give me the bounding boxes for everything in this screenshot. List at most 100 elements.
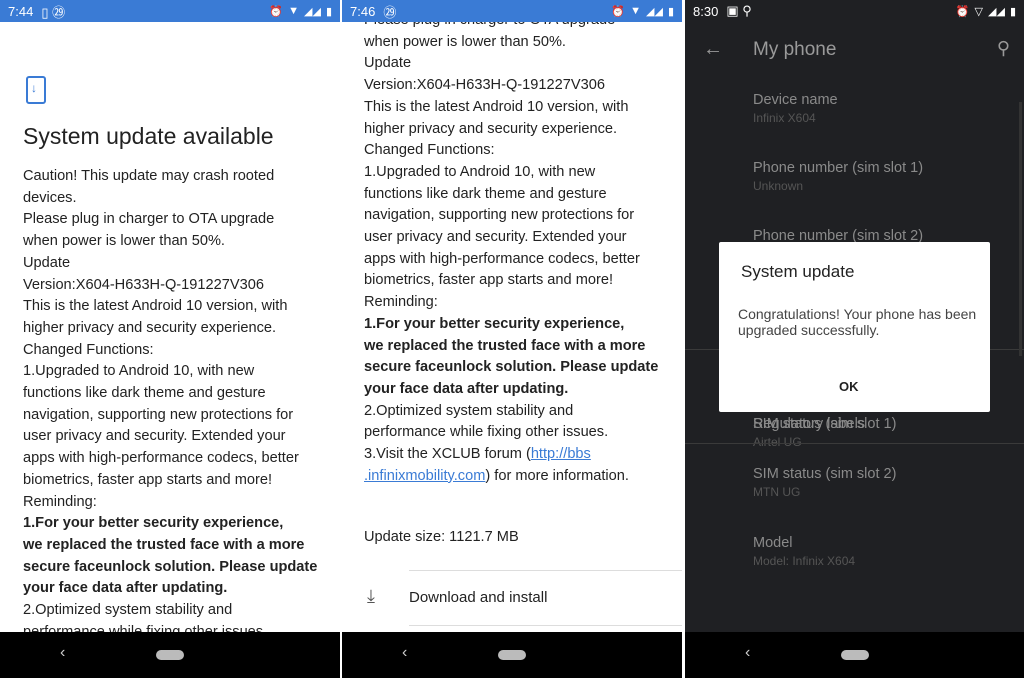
description-line: higher privacy and security experience. [364,120,618,137]
wifi-icon: ▽ [974,5,984,18]
alarm-icon: ⏰ [269,5,284,18]
back-icon[interactable]: ‹ [402,644,407,662]
download-label: Download and install [409,589,548,606]
dialog-title: System update [741,262,855,281]
status-bar: 7:44 ▯ ㉙ ⏰ ▼ ◢◢ ▮ [0,0,340,22]
ok-button[interactable]: OK [839,379,859,394]
description-line: secure faceunlock solution. Please updat… [23,558,318,575]
forum-suffix: ) for more information. [485,467,629,484]
status-time: 7:46 [350,3,376,19]
description-line: performance while fixing other issues. [364,424,609,441]
notification-icon: ▯ ㉙ [41,4,66,20]
download-icon: ⤓ [367,586,375,606]
back-icon[interactable]: ‹ [60,644,65,662]
description-line: Reminding: [23,493,97,510]
description-line: secure faceunlock solution. Please updat… [364,359,659,376]
home-button[interactable] [498,650,526,660]
setting-item[interactable]: SIM status (sim slot 1) Airtel UG [753,416,896,449]
status-bar: 7:46 ㉙ ⏰ ▼ ◢◢ ▮ [342,0,682,22]
description-line: devices. [23,189,77,206]
status-bar: 8:30 ▣ ⚲ ⏰ ▽ ◢◢ ▮ [685,0,1024,22]
description-line: 2.Optimized system stability and [23,602,233,619]
my-phone-screen: 8:30 ▣ ⚲ ⏰ ▽ ◢◢ ▮ ← My phone ⚲ Device name I… [685,0,1024,678]
description-line: when power is lower than 50%. [23,233,225,250]
description-line: biometrics, faster app starts and more! [364,272,614,289]
setting-title: Device name [753,92,838,108]
battery-charging-icon: ▮ [667,5,674,18]
description-line: 1.Upgraded to Android 10, with new [364,163,596,180]
description-line: Caution! This update may crash rooted [23,168,275,184]
battery-icon: ▮ [325,5,332,18]
nav-bar: ‹ [685,632,1024,678]
status-time: 7:44 [8,3,34,19]
search-icon[interactable]: ⚲ [997,38,1010,59]
status-icons: ⏰ ▼ ◢◢ ▮ [269,5,332,18]
system-update-dialog: System update Congratulations! Your phon… [719,242,990,412]
status-icons: ⏰ ▽ ◢◢ ▮ [956,5,1016,18]
description-line: we replaced the trusted face with a more [364,337,646,354]
divider [409,625,682,626]
scrollbar[interactable] [1019,102,1022,356]
back-icon[interactable]: ‹ [745,644,750,662]
description-line: user privacy and security. Extended your [364,229,627,246]
description-line: apps with high-performance codecs, bette… [23,450,299,467]
divider [685,443,1024,444]
description-line: when power is lower than 50%. [364,33,566,50]
description-line: Version:X604-H633H-Q-191227V306 [23,276,264,293]
update-size: Update size: 1121.7 MB [364,529,519,545]
description-line: Update [364,55,412,72]
alarm-icon: ⏰ [611,5,626,18]
description-line: 1.For your better security experience, [364,315,625,332]
setting-item[interactable]: Phone number (sim slot 1) Unknown [753,160,923,193]
description-line: This is the latest Android 10 version, w… [23,298,288,315]
notification-icon: ▣ ⚲ [726,3,752,18]
update-description: Please plug in charger to OTA upgradewhe… [364,10,658,444]
nav-bar: ‹ [342,632,682,678]
status-time: 8:30 [693,3,719,19]
setting-item[interactable]: Model Model: Infinix X604 [753,535,855,568]
update-available-screen: 7:44 ▯ ㉙ ⏰ ▼ ◢◢ ▮ System update available C… [0,0,340,678]
signal-icon: ◢◢ [988,5,1005,18]
forum-text: 3.Visit the XCLUB forum (http://bbs .inf… [364,444,629,487]
description-line: This is the latest Android 10 version, w… [364,98,629,115]
nav-bar: ‹ [0,632,340,678]
signal-icon: ◢◢ [646,5,663,18]
setting-item[interactable]: Device name Infinix X604 [753,92,838,125]
description-line: your face data after updating. [364,380,569,397]
description-line: Version:X604-H633H-Q-191227V306 [364,77,605,94]
setting-value: Infinix X604 [753,111,816,125]
description-line: Update [23,254,71,271]
description-line: 1.For your better security experience, [23,515,284,532]
description-line: Changed Functions: [23,341,154,358]
setting-title: Model [753,535,793,551]
wifi-icon: ▼ [630,4,642,17]
signal-icon: ◢◢ [304,5,321,18]
description-line: apps with high-performance codecs, bette… [364,250,640,267]
setting-item[interactable]: SIM status (sim slot 2) MTN UG [753,466,896,499]
setting-title: SIM status (sim slot 1) [753,416,897,432]
description-line: higher privacy and security experience. [23,319,277,336]
update-description: Caution! This update may crash rooted dev… [23,166,317,643]
forum-link[interactable]: .infinixmobility.com [364,468,485,484]
setting-value: MTN UG [753,485,801,499]
setting-value: Model: Infinix X604 [753,554,856,568]
download-install-button[interactable]: ⤓ Download and install [342,580,682,620]
dialog-message: Congratulations! Your phone has been upg… [738,306,977,338]
back-arrow-icon[interactable]: ← [703,38,723,61]
description-line: navigation, supporting new protections f… [364,207,635,224]
page-title: My phone [753,39,837,60]
description-line: 1.Upgraded to Android 10, with new [23,363,255,380]
description-line: user privacy and security. Extended your [23,428,286,445]
description-line: functions like dark theme and gesture [364,185,607,202]
description-line: Changed Functions: [364,142,495,159]
home-button[interactable] [840,650,869,660]
description-line: navigation, supporting new protections f… [23,406,294,423]
setting-title: SIM status (sim slot 2) [753,466,897,482]
page-title: System update available [23,123,274,149]
forum-link[interactable]: http://bbs [531,446,591,462]
alarm-icon: ⏰ [955,5,970,18]
home-button[interactable] [156,650,184,660]
description-line: Please plug in charger to OTA upgrade [23,211,275,228]
description-line: Reminding: [364,294,438,311]
battery-icon: ▮ [1009,5,1016,18]
